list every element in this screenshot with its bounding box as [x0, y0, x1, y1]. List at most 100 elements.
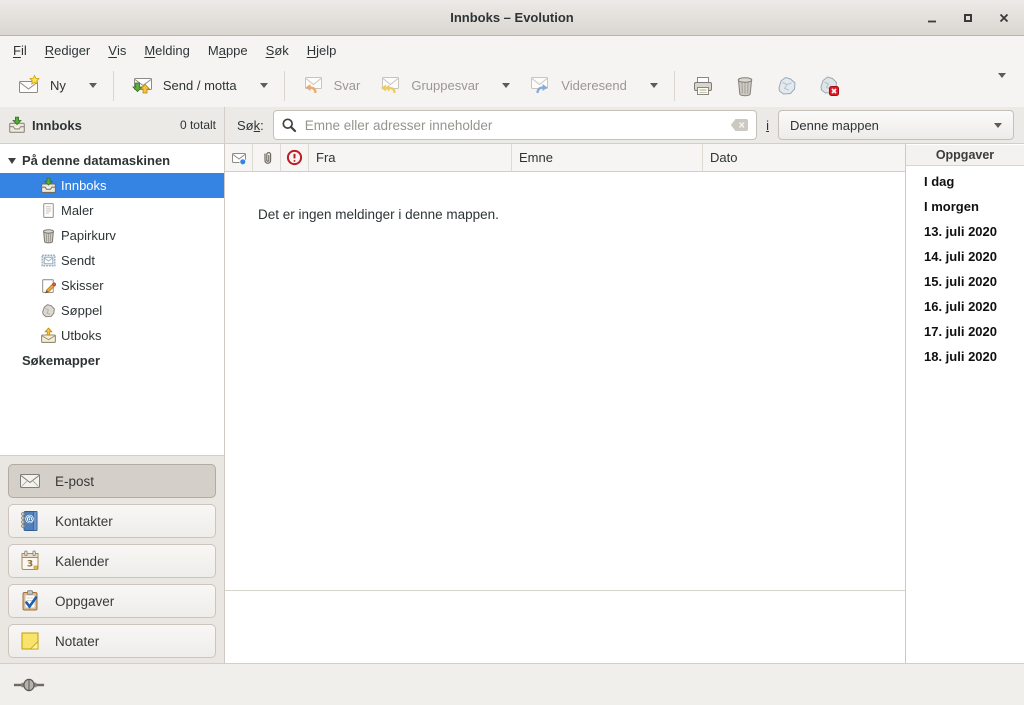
menu-mappe[interactable]: Mappe — [199, 36, 257, 64]
switcher-memos-button[interactable]: Notater — [8, 624, 216, 658]
delete-button[interactable] — [724, 69, 766, 103]
folder-maler[interactable]: Maler — [0, 198, 224, 223]
task-group-date[interactable]: 16. juli 2020 — [906, 294, 1024, 319]
folder-message-count: 0 totalt — [180, 118, 216, 132]
switcher-calendar-label: Kalender — [55, 554, 109, 569]
forward-button[interactable]: Videresend — [519, 69, 667, 103]
menu-rediger[interactable]: Rediger — [36, 36, 100, 64]
task-group-date[interactable]: 15. juli 2020 — [906, 269, 1024, 294]
junk-button[interactable] — [766, 69, 808, 103]
trash-icon — [733, 74, 757, 98]
group-reply-button[interactable]: Gruppesvar — [369, 69, 519, 103]
switcher-mail-label: E-post — [55, 474, 94, 489]
memos-icon — [18, 629, 42, 653]
empty-folder-message: Det er ingen meldinger i denne mappen. — [225, 172, 905, 222]
print-button[interactable] — [682, 69, 724, 103]
paperclip-icon — [259, 150, 275, 166]
current-folder-name: Innboks — [32, 118, 82, 133]
folder-label: Utboks — [61, 328, 101, 343]
forward-dropdown-arrow[interactable] — [650, 83, 658, 88]
menu-fil[interactable]: Fil — [4, 36, 36, 64]
folder-innboks[interactable]: Innboks — [0, 173, 224, 198]
maximize-button[interactable] — [958, 8, 978, 28]
inbox-icon — [40, 177, 57, 194]
new-message-button[interactable]: Ny — [8, 69, 106, 103]
menu-vis[interactable]: Vis — [99, 36, 135, 64]
preview-pane-divider[interactable] — [225, 590, 905, 591]
new-message-dropdown-arrow[interactable] — [89, 83, 97, 88]
menu-sok[interactable]: Søk — [257, 36, 298, 64]
not-junk-button[interactable] — [808, 69, 850, 103]
menu-melding[interactable]: Melding — [135, 36, 199, 64]
column-date[interactable]: Dato — [703, 144, 905, 171]
folder-skisser[interactable]: Skisser — [0, 273, 224, 298]
not-junk-icon — [817, 74, 841, 98]
junk-icon — [775, 74, 799, 98]
menu-hjelp[interactable]: Hjelp — [298, 36, 346, 64]
search-input[interactable]: Emne eller adresser inneholder — [273, 110, 757, 140]
forward-label: Videresend — [561, 78, 627, 93]
folder-papirkurv[interactable]: Papirkurv — [0, 223, 224, 248]
switcher-calendar-button[interactable]: 3 Kalender — [8, 544, 216, 578]
column-attachment[interactable] — [253, 144, 281, 171]
close-icon — [997, 11, 1011, 25]
tree-root-search-folders[interactable]: Søkemapper — [0, 348, 224, 373]
column-subject[interactable]: Emne — [512, 144, 703, 171]
task-group-date[interactable]: 17. juli 2020 — [906, 319, 1024, 344]
switcher-contacts-button[interactable]: @ Kontakter — [8, 504, 216, 538]
group-reply-label: Gruppesvar — [411, 78, 479, 93]
new-mail-icon — [17, 74, 41, 98]
folder-label: Skisser — [61, 278, 104, 293]
reply-icon — [301, 74, 325, 98]
view-switcher: E-post @ Kontakter — [0, 455, 224, 663]
search-icon — [281, 117, 297, 133]
switcher-mail-button[interactable]: E-post — [8, 464, 216, 498]
task-group-date[interactable]: 13. juli 2020 — [906, 219, 1024, 244]
group-reply-dropdown-arrow[interactable] — [502, 83, 510, 88]
column-priority[interactable] — [281, 144, 309, 171]
tasks-pane-header[interactable]: Oppgaver — [906, 145, 1024, 166]
message-list-pane: Fra Emne Dato Det er ingen meldinger i d… — [225, 144, 905, 663]
menubar: Fil Rediger Vis Melding Mappe Søk Hjelp — [0, 36, 1024, 64]
folder-sendt[interactable]: Sendt — [0, 248, 224, 273]
folder-label: Innboks — [61, 178, 107, 193]
message-list-header: Fra Emne Dato — [225, 144, 905, 172]
print-icon — [691, 74, 715, 98]
task-group-date[interactable]: 18. juli 2020 — [906, 344, 1024, 369]
mail-icon — [18, 469, 42, 493]
toolbar-overflow-arrow-icon — [998, 73, 1006, 93]
evolution-window: Innboks – Evolution Fil Rediger Vis Meld… — [0, 0, 1024, 705]
expander-icon[interactable] — [8, 158, 16, 164]
search-folders-label: Søkemapper — [22, 353, 100, 368]
calendar-icon: 3 — [18, 549, 42, 573]
send-receive-button[interactable]: Send / motta — [121, 69, 277, 103]
toolbar-separator — [674, 71, 675, 101]
toolbar-overflow-button[interactable] — [988, 72, 1016, 99]
column-from[interactable]: Fra — [309, 144, 512, 171]
important-icon — [286, 149, 303, 166]
tasks-icon — [18, 589, 42, 613]
window-title: Innboks – Evolution — [450, 10, 574, 25]
send-receive-dropdown-arrow[interactable] — [260, 83, 268, 88]
contacts-icon: @ — [18, 509, 42, 533]
search-scope-combo[interactable]: Denne mappen — [778, 110, 1014, 140]
task-group-date[interactable]: 14. juli 2020 — [906, 244, 1024, 269]
toolbar-separator — [113, 71, 114, 101]
folder-soppel[interactable]: Søppel — [0, 298, 224, 323]
close-button[interactable] — [994, 8, 1014, 28]
minimize-button[interactable] — [922, 8, 942, 28]
online-status-icon[interactable] — [13, 677, 45, 693]
tree-root-on-this-computer[interactable]: På denne datamaskinen — [0, 148, 224, 173]
folder-utboks[interactable]: Utboks — [0, 323, 224, 348]
task-group-tomorrow[interactable]: I morgen — [906, 194, 1024, 219]
tasks-list: I dag I morgen 13. juli 2020 14. juli 20… — [906, 166, 1024, 369]
switcher-tasks-button[interactable]: Oppgaver — [8, 584, 216, 618]
locationbar: Innboks 0 totalt Søk: Emne eller adresse… — [0, 107, 1024, 144]
task-group-today[interactable]: I dag — [906, 169, 1024, 194]
clear-search-icon[interactable] — [730, 118, 749, 132]
titlebar: Innboks – Evolution — [0, 0, 1024, 36]
reply-button[interactable]: Svar — [292, 69, 370, 103]
column-read-status[interactable] — [225, 144, 253, 171]
inbox-icon — [8, 116, 26, 134]
svg-text:@: @ — [26, 515, 34, 524]
